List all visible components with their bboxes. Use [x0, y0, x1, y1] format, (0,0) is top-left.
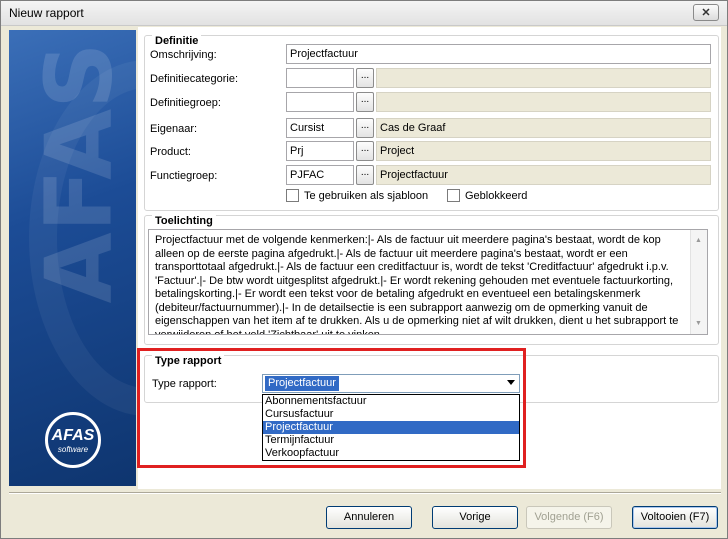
definitiegroep-lookup-button[interactable]: ... [356, 92, 374, 112]
annuleren-button[interactable]: Annuleren [326, 506, 412, 529]
title-bar[interactable]: Nieuw rapport ✕ [1, 1, 727, 26]
definitiegroep-field[interactable] [286, 92, 354, 112]
close-icon[interactable]: ✕ [693, 4, 719, 21]
eigenaar-label: Eigenaar: [150, 123, 198, 135]
footer-separator [9, 492, 721, 494]
dialog-window: Nieuw rapport ✕ AFAS AFAS software Defin… [0, 0, 728, 539]
logo-badge-main: AFAS [51, 427, 95, 444]
toelichting-text: Projectfactuur met de volgende kenmerken… [155, 234, 679, 335]
functiegroep-label: Functiegroep: [150, 170, 218, 182]
definitiecategorie-description [376, 68, 711, 88]
product-description: Project [376, 141, 711, 161]
definitiecategorie-lookup-button[interactable]: ... [356, 68, 374, 88]
annotation-highlight-box [137, 348, 526, 468]
eigenaar-lookup-button[interactable]: ... [356, 118, 374, 138]
definitiecategorie-field[interactable] [286, 68, 354, 88]
logo-badge-sub: software [57, 445, 89, 454]
volgende-button[interactable]: Volgende (F6) [526, 506, 612, 529]
toelichting-textarea[interactable]: Projectfactuur met de volgende kenmerken… [148, 229, 708, 335]
afas-logo-icon: AFAS software [45, 412, 101, 468]
eigenaar-description: Cas de Graaf [376, 118, 711, 138]
scroll-up-icon[interactable]: ▲ [695, 234, 702, 248]
definitiegroep-description [376, 92, 711, 112]
voltooien-button[interactable]: Voltooien (F7) [632, 506, 718, 529]
geblokkeerd-checkbox[interactable] [447, 189, 460, 202]
toelichting-scrollbar[interactable]: ▲ ▼ [690, 230, 707, 334]
product-lookup-button[interactable]: ... [356, 141, 374, 161]
definitie-title: Definitie [152, 35, 202, 47]
sjabloon-label: Te gebruiken als sjabloon [304, 190, 429, 202]
scroll-down-icon[interactable]: ▼ [695, 317, 702, 331]
eigenaar-field[interactable]: Cursist [286, 118, 354, 138]
window-title: Nieuw rapport [9, 6, 84, 20]
functiegroep-description: Projectfactuur [376, 165, 711, 185]
product-field[interactable]: Prj [286, 141, 354, 161]
definitiegroep-label: Definitiegroep: [150, 97, 221, 109]
definitiecategorie-label: Definitiecategorie: [150, 73, 239, 85]
functiegroep-field[interactable]: PJFAC [286, 165, 354, 185]
afas-side-banner: AFAS AFAS software [9, 30, 136, 486]
geblokkeerd-label: Geblokkeerd [465, 190, 528, 202]
product-label: Product: [150, 146, 191, 158]
omschrijving-field[interactable]: Projectfactuur [286, 44, 711, 64]
toelichting-title: Toelichting [152, 215, 216, 227]
functiegroep-lookup-button[interactable]: ... [356, 165, 374, 185]
vorige-button[interactable]: Vorige [432, 506, 518, 529]
sjabloon-checkbox[interactable] [286, 189, 299, 202]
omschrijving-label: Omschrijving: [150, 49, 217, 61]
banner-watermark: AFAS [25, 42, 133, 304]
